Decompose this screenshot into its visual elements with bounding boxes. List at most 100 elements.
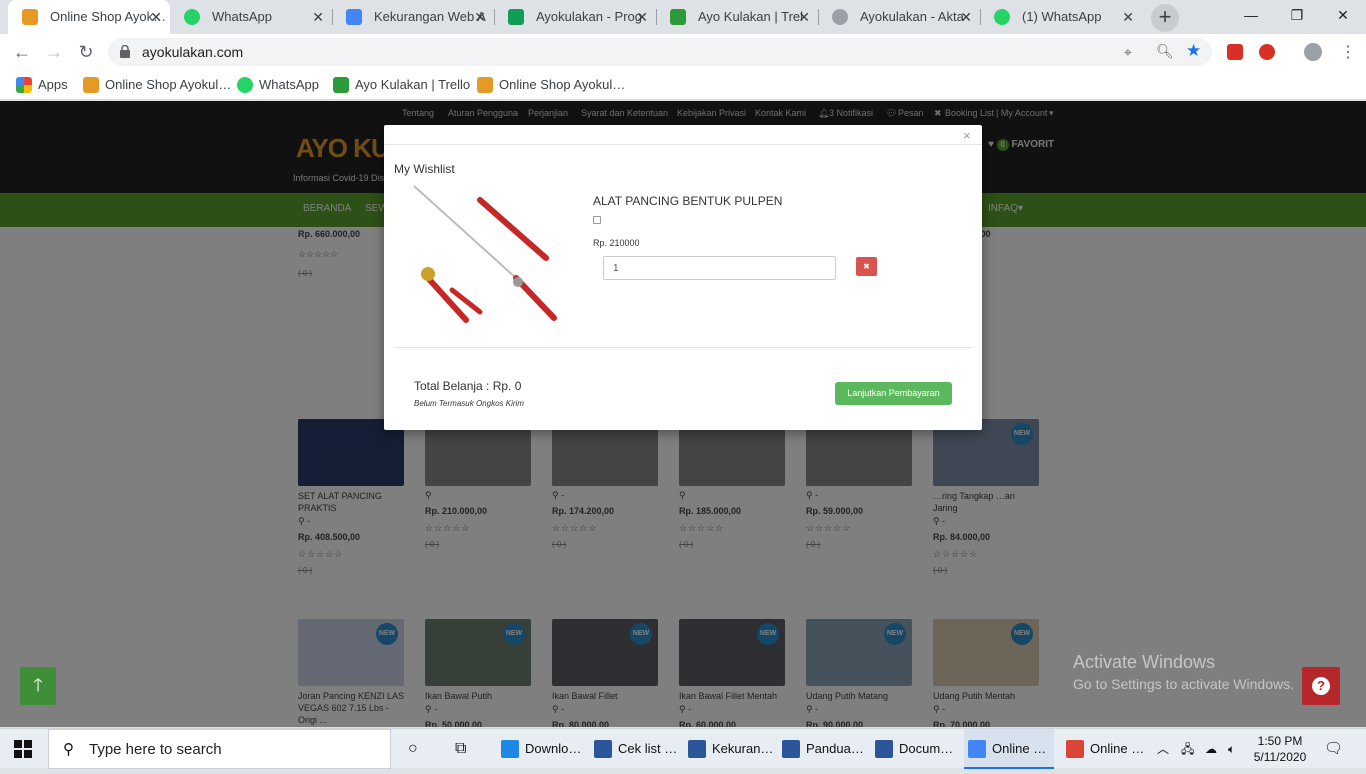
windows-start-icon[interactable] xyxy=(14,729,36,769)
app-icon xyxy=(688,740,706,758)
taskbar-item-chrome-online-shop[interactable]: Online … xyxy=(964,729,1054,769)
remove-item-button[interactable]: ✖ xyxy=(856,257,877,276)
search-placeholder: Type here to search xyxy=(89,741,222,758)
chevron-up-icon[interactable]: ︿ xyxy=(1157,729,1169,769)
bookmark-trello[interactable]: Ayo Kulakan | Trello xyxy=(333,70,470,100)
time-text: 1:50 PM xyxy=(1257,734,1303,748)
bookmark-label: Apps xyxy=(38,77,68,92)
online-shop-favicon-icon xyxy=(477,77,493,93)
windows-taskbar: ⚲ Type here to search ○ ⧉ Downlo… Cek lis… xyxy=(0,728,1366,769)
apps-grid-icon xyxy=(16,77,32,93)
close-tab-icon[interactable]: ✕ xyxy=(150,0,162,34)
close-tab-icon[interactable]: ✕ xyxy=(474,0,486,34)
taskbar-item-downloads[interactable]: Downlo… xyxy=(497,729,587,769)
menu-dots-icon[interactable]: ⋮ xyxy=(1340,42,1356,62)
url-text: ayokulakan.com xyxy=(142,44,244,60)
checkout-button[interactable]: Lanjutkan Pembayaran xyxy=(835,382,952,405)
close-tab-icon[interactable]: ✕ xyxy=(798,0,810,34)
extension-icon[interactable] xyxy=(1227,44,1243,60)
task-view-icon[interactable]: ⧉ xyxy=(455,729,466,769)
online-shop-favicon-icon xyxy=(83,77,99,93)
minimize-icon[interactable]: — xyxy=(1228,0,1274,30)
notification-icon[interactable]: 🗨︎ xyxy=(1324,729,1343,769)
close-tab-icon[interactable]: ✕ xyxy=(1122,0,1134,34)
clock[interactable]: 1:50 PM 5/11/2020 xyxy=(1250,729,1310,769)
bookmark-label: Online Shop Ayokul… xyxy=(105,77,232,92)
browser-tab-bar: Online Shop Ayok… ✕ WhatsApp ✕ Kekuranga… xyxy=(0,0,1366,34)
google-sheets-favicon-icon xyxy=(508,9,524,25)
bookmark-star-icon[interactable]: ★ xyxy=(1186,41,1201,61)
tab-google-docs[interactable]: Kekurangan Web A ✕ xyxy=(332,0,494,34)
whatsapp-favicon-icon xyxy=(237,77,253,93)
taskbar-item-chrome-online-2[interactable]: Online … xyxy=(1062,729,1152,769)
app-icon xyxy=(968,740,986,758)
wishlist-modal: × My Wishlist ALAT PANCING BENTUK PULPEN… xyxy=(384,125,982,430)
taskbar-item-label: Pandua… xyxy=(806,741,864,756)
close-window-icon[interactable]: ✕ xyxy=(1320,0,1366,30)
bookmark-apps[interactable]: Apps xyxy=(16,70,68,100)
wishlist-item-name[interactable]: ALAT PANCING BENTUK PULPEN xyxy=(593,194,782,208)
forward-icon[interactable]: → xyxy=(41,40,67,64)
help-button[interactable]: ? xyxy=(1302,667,1340,705)
quantity-input[interactable] xyxy=(603,256,836,280)
onedrive-icon[interactable]: ☁︎ xyxy=(1205,729,1217,769)
wishlist-item-price: Rp. 210000 xyxy=(593,238,640,248)
new-tab-button[interactable]: + xyxy=(1151,4,1179,32)
web-page: Tentang Aturan Pengguna Perjanjian Syara… xyxy=(0,101,1366,727)
tab-online-shop-active[interactable]: Online Shop Ayok… ✕ xyxy=(8,0,170,34)
network-icon[interactable]: 🖧︎ xyxy=(1181,729,1194,769)
adblock-extension-icon[interactable] xyxy=(1259,44,1275,60)
google-docs-favicon-icon xyxy=(346,9,362,25)
close-tab-icon[interactable]: ✕ xyxy=(960,0,972,34)
taskbar-item-word-kekurangan[interactable]: Kekuran… xyxy=(684,729,774,769)
taskbar-item-label: Online … xyxy=(992,741,1047,756)
taskbar-item-word-document[interactable]: Docum… xyxy=(871,729,961,769)
tab-google-sheets[interactable]: Ayokulakan - Prog ✕ xyxy=(494,0,656,34)
taskbar-item-word-cek-list[interactable]: Cek list … xyxy=(590,729,680,769)
arrow-up-icon: 🡑 xyxy=(33,675,43,695)
bookmark-online-shop[interactable]: Online Shop Ayokul… xyxy=(83,70,231,100)
volume-icon[interactable]: 🔈︎ xyxy=(1228,729,1235,769)
activate-title: Activate Windows xyxy=(1073,652,1216,672)
whatsapp-favicon-icon xyxy=(184,9,200,25)
tab-trello[interactable]: Ayo Kulakan | Trel ✕ xyxy=(656,0,818,34)
close-tab-icon[interactable]: ✕ xyxy=(312,0,324,34)
tab-ayokulakan-akta[interactable]: Ayokulakan - Akta ✕ xyxy=(818,0,980,34)
bookmark-label: Online Shop Ayokul… xyxy=(499,77,626,92)
bookmarks-bar: Apps Online Shop Ayokul… WhatsApp Ayo Ku… xyxy=(0,70,1366,100)
activate-windows-watermark: Activate Windows Go to Settings to activ… xyxy=(1073,652,1294,692)
item-checkbox[interactable] xyxy=(593,216,601,224)
address-bar[interactable]: ayokulakan.com ⌖ 🔍︎ ★ xyxy=(108,38,1212,66)
close-tab-icon[interactable]: ✕ xyxy=(636,0,648,34)
back-icon[interactable]: ← xyxy=(9,40,35,64)
bookmark-online-shop-2[interactable]: Online Shop Ayokul… xyxy=(477,70,625,100)
date-text: 5/11/2020 xyxy=(1253,750,1307,764)
restore-icon[interactable]: ❐ xyxy=(1274,0,1320,30)
location-icon[interactable]: ⌖ xyxy=(1124,44,1132,61)
taskbar-search-box[interactable]: ⚲ Type here to search xyxy=(48,729,391,769)
question-icon: ? xyxy=(1312,677,1330,695)
app-icon xyxy=(875,740,893,758)
taskbar-item-label: Online … xyxy=(1090,741,1145,756)
cortana-icon[interactable]: ○ xyxy=(408,729,418,769)
app-icon xyxy=(782,740,800,758)
product-image[interactable] xyxy=(408,182,558,330)
modal-title: My Wishlist xyxy=(394,162,455,176)
taskbar-item-label: Kekuran… xyxy=(712,741,774,756)
modal-close-button[interactable]: × xyxy=(963,128,971,143)
taskbar-item-word-panduan[interactable]: Pandua… xyxy=(778,729,868,769)
online-shop-favicon-icon xyxy=(22,9,38,25)
lock-icon xyxy=(120,44,130,58)
tab-whatsapp-2[interactable]: (1) WhatsApp ✕ xyxy=(980,0,1142,34)
reload-icon[interactable]: ↻ xyxy=(73,40,99,64)
search-icon: ⚲ xyxy=(63,741,74,758)
bookmark-whatsapp[interactable]: WhatsApp xyxy=(237,70,319,100)
profile-avatar-icon[interactable] xyxy=(1304,43,1322,61)
zoom-icon[interactable]: 🔍︎ xyxy=(1156,43,1174,60)
scroll-to-top-button[interactable]: 🡑 xyxy=(20,667,56,705)
app-icon xyxy=(594,740,612,758)
tab-whatsapp[interactable]: WhatsApp ✕ xyxy=(170,0,332,34)
taskbar-item-label: Docum… xyxy=(899,741,954,756)
bookmark-label: Ayo Kulakan | Trello xyxy=(355,77,471,92)
whatsapp-favicon-icon xyxy=(994,9,1010,25)
